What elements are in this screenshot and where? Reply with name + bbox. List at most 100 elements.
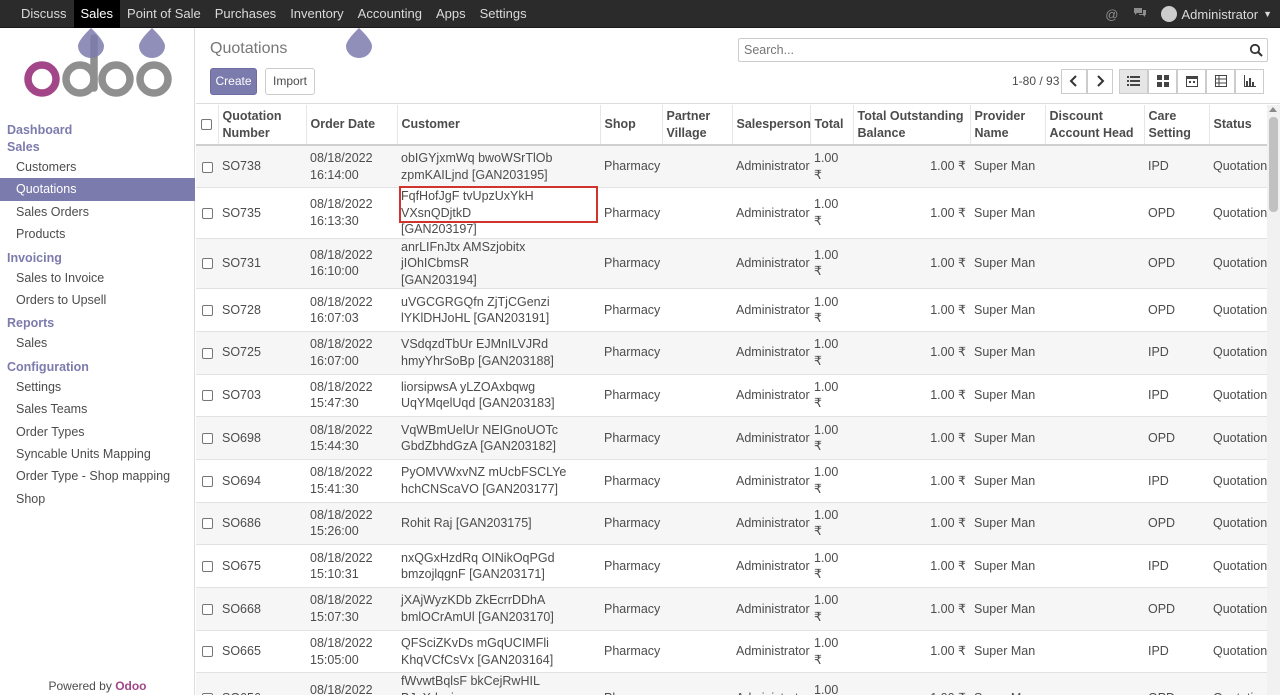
sidebar-item-settings[interactable]: Settings xyxy=(0,376,195,398)
sidebar-item-customers[interactable]: Customers xyxy=(0,156,195,178)
row-checkbox[interactable] xyxy=(201,207,213,219)
graph-view-button[interactable] xyxy=(1235,69,1264,94)
menu-settings[interactable]: Settings xyxy=(473,0,534,28)
cell-number: SO703 xyxy=(218,374,306,418)
menu-point-of-sale[interactable]: Point of Sale xyxy=(120,0,208,28)
cell-status: Quotation xyxy=(1209,587,1267,631)
navbar-right: @ Administrator ▼ xyxy=(1105,0,1272,28)
create-button[interactable]: Create xyxy=(210,68,257,95)
cell-partner-village xyxy=(662,416,732,460)
row-checkbox[interactable] xyxy=(201,561,213,573)
table-row[interactable]: SO725 08/18/2022 16:07:00 VSdqzdTbUr EJMnIL… xyxy=(196,331,1267,375)
search-input[interactable] xyxy=(739,39,1229,61)
calendar-view-button[interactable] xyxy=(1177,69,1206,94)
menu-purchases[interactable]: Purchases xyxy=(208,0,283,28)
list-view-button[interactable] xyxy=(1119,69,1148,94)
vertical-scrollbar[interactable] xyxy=(1267,105,1280,695)
pager-value[interactable]: 1-80 / 93 xyxy=(1012,74,1059,88)
order-date-time: 16:14:00 xyxy=(310,167,359,182)
sidebar-item-syncable-units-mapping[interactable]: Syncable Units Mapping xyxy=(0,443,195,465)
table-row[interactable]: SO703 08/18/2022 15:47:30 liorsipwsA yLZOAx… xyxy=(196,374,1267,418)
table-row[interactable]: SO675 08/18/2022 15:10:31 nxQGxHzdRq OINikO… xyxy=(196,544,1267,588)
row-checkbox[interactable] xyxy=(201,347,213,359)
table-row[interactable]: SO665 08/18/2022 15:05:00 QFSciZKvDs mGqUCI… xyxy=(196,630,1267,674)
row-checkbox[interactable] xyxy=(201,304,213,316)
cell-care-setting: OPD xyxy=(1144,416,1209,460)
menu-discuss[interactable]: Discuss xyxy=(14,0,74,28)
sidebar-item-quotations[interactable]: Quotations xyxy=(0,178,195,201)
sidebar-item-sales-teams[interactable]: Sales Teams xyxy=(0,398,195,420)
column-header-status[interactable]: Status xyxy=(1209,105,1267,146)
column-header-partner-village[interactable]: Partner Village xyxy=(662,105,733,146)
pager-next-button[interactable] xyxy=(1087,69,1113,94)
row-checkbox[interactable] xyxy=(201,390,213,402)
sidebar-item-orders-to-upsell[interactable]: Orders to Upsell xyxy=(0,289,195,311)
import-button[interactable]: Import xyxy=(265,68,315,95)
sidebar-item-sales[interactable]: Sales xyxy=(0,332,195,354)
cell-partner-village xyxy=(662,145,732,189)
sidebar-item-sales-to-invoice[interactable]: Sales to Invoice xyxy=(0,267,195,289)
drop-marker xyxy=(346,28,372,58)
search-icon[interactable] xyxy=(1249,43,1263,57)
menu-inventory[interactable]: Inventory xyxy=(283,0,350,28)
sidebar-item-products[interactable]: Products xyxy=(0,223,195,245)
chat-icon[interactable] xyxy=(1133,7,1147,22)
table-row[interactable]: SO728 08/18/2022 16:07:03 uVGCGRGQfn ZjTjCG… xyxy=(196,288,1267,332)
sidebar-item-sales-orders[interactable]: Sales Orders xyxy=(0,201,195,223)
cell-provider-name: Super Man xyxy=(970,630,1045,674)
row-checkbox[interactable] xyxy=(201,258,213,270)
cell-provider-name: Super Man xyxy=(970,544,1045,588)
cell-order-date: 08/18/2022 15:10:31 xyxy=(306,544,397,588)
user-avatar[interactable] xyxy=(1160,6,1177,22)
table-row[interactable]: SO694 08/18/2022 15:41:30 PyOMVWxvNZ mUcbFS… xyxy=(196,459,1267,503)
sidebar-item-order-types[interactable]: Order Types xyxy=(0,421,195,443)
row-checkbox[interactable] xyxy=(201,433,213,445)
customer-name-line1: VSdqzdTbUr EJMnILVJRd xyxy=(401,337,549,352)
caret-down-icon[interactable]: ▼ xyxy=(1263,9,1272,19)
scrollbar-thumb[interactable] xyxy=(1269,117,1278,212)
table-row[interactable]: SO731 08/18/2022 16:10:00 anrLIFnJtx AMSzjo… xyxy=(196,238,1267,290)
cell-discount-account-head xyxy=(1045,459,1144,503)
column-header-shop[interactable]: Shop xyxy=(600,105,663,146)
kanban-view-button[interactable] xyxy=(1148,69,1177,94)
row-checkbox[interactable] xyxy=(201,518,213,530)
pivot-view-button[interactable] xyxy=(1206,69,1235,94)
menu-sales[interactable]: Sales xyxy=(73,0,121,28)
column-header-salesperson[interactable]: Salesperson xyxy=(732,105,811,146)
table-row[interactable]: SO735 08/18/2022 16:13:30 FqfHofJgF tvUpzUx… xyxy=(196,186,1267,239)
order-date-day: 08/18/2022 xyxy=(310,294,373,309)
select-all-checkbox[interactable] xyxy=(201,119,213,131)
row-checkbox[interactable] xyxy=(201,161,213,173)
row-checkbox[interactable] xyxy=(201,646,213,658)
column-header-care-setting[interactable]: Care Setting xyxy=(1144,105,1210,146)
cell-provider-name: Super Man xyxy=(970,288,1045,332)
cell-total: 1.00 ₹ xyxy=(810,672,853,695)
scroll-up-icon[interactable] xyxy=(1269,107,1277,112)
table-row[interactable]: SO65608/18/202215:02:31fWvwtBqlsF bkCejR… xyxy=(196,672,1267,695)
column-header-discount-account-head[interactable]: Discount Account Head xyxy=(1045,105,1145,146)
pager-previous-button[interactable] xyxy=(1061,69,1087,94)
odoo-brand-link[interactable]: Odoo xyxy=(115,679,146,693)
column-header-provider-name[interactable]: Provider Name xyxy=(970,105,1046,146)
sidebar-section-dashboard[interactable]: Dashboard xyxy=(0,122,195,139)
column-header-order-date[interactable]: Order Date xyxy=(306,105,398,146)
row-checkbox[interactable] xyxy=(201,475,213,487)
user-menu[interactable]: Administrator xyxy=(1182,7,1259,22)
sidebar-item-order-type-shop-mapping[interactable]: Order Type - Shop mapping xyxy=(0,465,195,487)
menu-apps[interactable]: Apps xyxy=(429,0,473,28)
menu-accounting[interactable]: Accounting xyxy=(351,0,429,28)
sidebar-item-shop[interactable]: Shop xyxy=(0,488,195,510)
cell-customer: QFSciZKvDs mGqUCIMFli KhqVCfCsVx [GAN2031… xyxy=(397,630,600,674)
table-row[interactable]: SO668 08/18/2022 15:07:30 jXAjWyzKDb ZkEcrr… xyxy=(196,587,1267,631)
table-row[interactable]: SO738 08/18/2022 16:14:00 obIGYjxmWq bwoWSr… xyxy=(196,145,1267,189)
column-header-total-outstanding-balance[interactable]: Total Outstanding Balance xyxy=(853,105,971,146)
table-row[interactable]: SO686 08/18/2022 15:26:00 Rohit Raj [GAN203… xyxy=(196,502,1267,546)
row-checkbox[interactable] xyxy=(201,603,213,615)
cell-outstanding-balance: 1.00 ₹ xyxy=(853,288,970,332)
column-header-customer[interactable]: Customer xyxy=(397,105,601,146)
column-header-quotation-number[interactable]: Quotation Number xyxy=(218,105,307,146)
activity-icon[interactable]: @ xyxy=(1105,7,1118,22)
row-select-cell xyxy=(196,288,218,332)
column-header-total[interactable]: Total xyxy=(810,105,854,146)
table-row[interactable]: SO698 08/18/2022 15:44:30 VqWBmUelUr NEIGno… xyxy=(196,416,1267,460)
